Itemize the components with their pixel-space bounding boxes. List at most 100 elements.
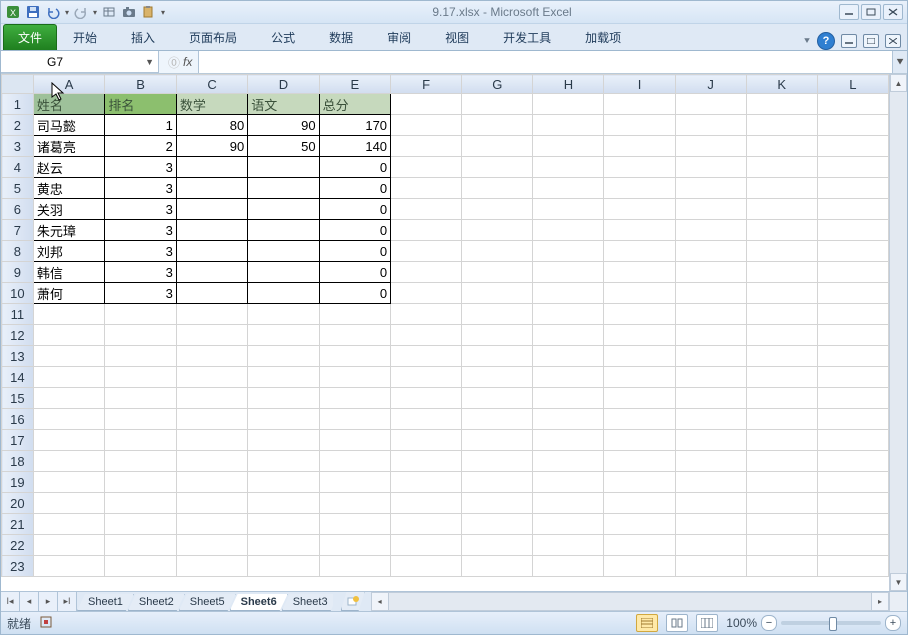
cell[interactable]	[604, 199, 675, 220]
cell[interactable]	[746, 367, 817, 388]
row-header[interactable]: 16	[2, 409, 34, 430]
row-header[interactable]: 17	[2, 430, 34, 451]
cell[interactable]	[248, 388, 319, 409]
row-header[interactable]: 21	[2, 514, 34, 535]
cell[interactable]	[746, 304, 817, 325]
cell[interactable]	[248, 367, 319, 388]
cell[interactable]	[533, 556, 604, 577]
cell[interactable]	[105, 493, 176, 514]
cell[interactable]	[391, 262, 462, 283]
cell[interactable]	[176, 472, 247, 493]
select-all-corner[interactable]	[2, 75, 34, 94]
cell[interactable]	[675, 409, 746, 430]
cell[interactable]	[391, 94, 462, 115]
cell[interactable]	[817, 388, 888, 409]
cell[interactable]	[319, 535, 390, 556]
cell[interactable]	[675, 388, 746, 409]
data-cell[interactable]: 0	[319, 157, 390, 178]
cell[interactable]	[105, 325, 176, 346]
sheet-tab[interactable]: Sheet1	[77, 594, 134, 611]
data-cell[interactable]: 司马懿	[33, 115, 105, 136]
cell[interactable]	[176, 535, 247, 556]
help-icon[interactable]: ?	[817, 32, 835, 50]
cell[interactable]	[462, 136, 533, 157]
data-cell[interactable]: 90	[248, 115, 319, 136]
sheet-tab[interactable]: Sheet3	[282, 594, 333, 611]
row-header[interactable]: 4	[2, 157, 34, 178]
column-header[interactable]: H	[533, 75, 604, 94]
sheet-tab[interactable]: Sheet6	[230, 594, 288, 611]
cell[interactable]	[176, 556, 247, 577]
cell[interactable]	[105, 514, 176, 535]
sheet-tab[interactable]: Sheet5	[179, 594, 236, 611]
cell[interactable]	[391, 157, 462, 178]
ribbon-tab[interactable]: 公式	[261, 25, 305, 50]
cell[interactable]	[391, 535, 462, 556]
cell[interactable]	[675, 178, 746, 199]
cell[interactable]	[817, 94, 888, 115]
row-header[interactable]: 14	[2, 367, 34, 388]
cell[interactable]	[105, 388, 176, 409]
cell[interactable]	[817, 367, 888, 388]
sheet-nav-last[interactable]: ▸I	[58, 592, 77, 611]
cell[interactable]	[675, 535, 746, 556]
cell[interactable]	[746, 451, 817, 472]
column-header[interactable]: K	[746, 75, 817, 94]
cell[interactable]	[33, 409, 105, 430]
sheet-nav-next[interactable]: ▸	[39, 592, 58, 611]
cell[interactable]	[33, 493, 105, 514]
cell[interactable]	[817, 535, 888, 556]
cell[interactable]	[462, 535, 533, 556]
row-header[interactable]: 10	[2, 283, 34, 304]
cell[interactable]	[675, 556, 746, 577]
cell[interactable]	[462, 556, 533, 577]
cell[interactable]	[604, 514, 675, 535]
cell[interactable]	[533, 220, 604, 241]
cell[interactable]	[604, 157, 675, 178]
cell[interactable]	[391, 178, 462, 199]
cell[interactable]	[746, 283, 817, 304]
scroll-up-button[interactable]: ▲	[890, 74, 907, 92]
cell[interactable]	[391, 115, 462, 136]
cell[interactable]	[391, 325, 462, 346]
cell[interactable]	[533, 451, 604, 472]
cell[interactable]	[675, 262, 746, 283]
new-sheet-button[interactable]	[341, 592, 365, 611]
cell[interactable]	[176, 388, 247, 409]
cell[interactable]	[391, 451, 462, 472]
cell[interactable]	[319, 556, 390, 577]
row-header[interactable]: 6	[2, 199, 34, 220]
cell[interactable]	[604, 94, 675, 115]
cell[interactable]	[319, 493, 390, 514]
zoom-slider-thumb[interactable]	[829, 617, 837, 631]
cell[interactable]	[817, 514, 888, 535]
cell[interactable]	[319, 472, 390, 493]
cancel-formula-icon[interactable]: ⓪	[165, 53, 183, 71]
vscroll-track[interactable]	[890, 92, 907, 573]
cell[interactable]	[533, 157, 604, 178]
scroll-right-button[interactable]: ▸	[871, 592, 889, 611]
row-header[interactable]: 19	[2, 472, 34, 493]
cell[interactable]	[817, 493, 888, 514]
data-cell[interactable]: 0	[319, 283, 390, 304]
cell[interactable]	[746, 346, 817, 367]
cell[interactable]	[462, 94, 533, 115]
cell[interactable]	[604, 283, 675, 304]
cell[interactable]	[248, 409, 319, 430]
cell[interactable]	[319, 514, 390, 535]
cell[interactable]	[462, 514, 533, 535]
row-header[interactable]: 5	[2, 178, 34, 199]
cell[interactable]	[604, 346, 675, 367]
cell[interactable]	[675, 94, 746, 115]
cell[interactable]	[604, 535, 675, 556]
cell[interactable]	[675, 283, 746, 304]
data-cell[interactable]: 3	[105, 199, 176, 220]
cell[interactable]	[533, 367, 604, 388]
cell[interactable]	[675, 241, 746, 262]
data-cell[interactable]: 90	[176, 136, 247, 157]
column-header[interactable]: J	[675, 75, 746, 94]
close-button[interactable]	[883, 4, 903, 20]
chevron-down-icon[interactable]: ▼	[145, 57, 154, 67]
cell[interactable]	[319, 451, 390, 472]
cell[interactable]	[604, 367, 675, 388]
